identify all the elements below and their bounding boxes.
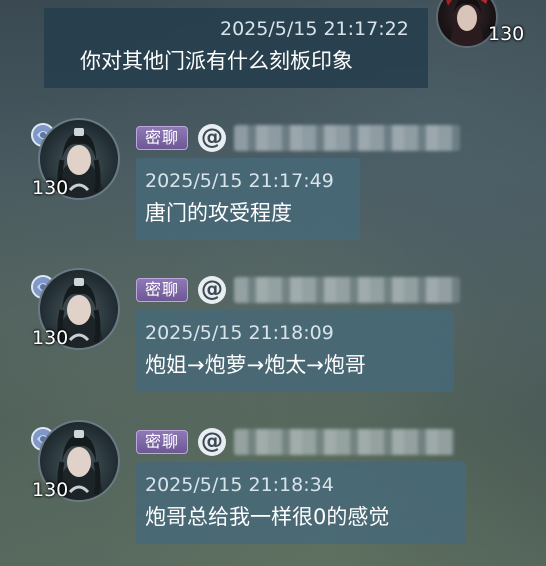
message-text: 你对其他门派有什么刻板印象 [80,49,353,73]
sender-level-badge: 130 [32,479,69,501]
own-message-bubble[interactable]: 2025/5/15 21:17:22 你对其他门派有什么刻板印象 [44,8,428,88]
message-timestamp: 2025/5/15 21:17:49 [145,170,334,192]
message-bubble[interactable]: 2025/5/15 21:17:49 唐门的攻受程度 [136,158,360,240]
blurred-sender-name [234,125,460,151]
sender-level-badge: 130 [32,177,69,199]
mention-icon[interactable]: @ [198,124,226,152]
message-text: 炮姐→炮萝→炮太→炮哥 [145,353,366,377]
message-bubble[interactable]: 2025/5/15 21:18:09 炮姐→炮萝→炮太→炮哥 [136,310,454,392]
own-level-badge: 130 [488,23,525,45]
message-text: 炮哥总给我一样很0的感觉 [145,505,390,529]
sender-level-badge: 130 [32,327,69,349]
mention-icon[interactable]: @ [198,428,226,456]
message-timestamp: 2025/5/15 21:18:09 [145,322,334,344]
private-chat-tag: 密聊 [136,430,188,454]
private-chat-tag: 密聊 [136,126,188,150]
message-timestamp: 2025/5/15 21:17:22 [220,18,409,40]
mention-icon[interactable]: @ [198,276,226,304]
blurred-sender-name [234,429,454,455]
blurred-sender-name [234,277,460,303]
message-text: 唐门的攻受程度 [145,201,292,225]
private-chat-tag: 密聊 [136,278,188,302]
message-bubble[interactable]: 2025/5/15 21:18:34 炮哥总给我一样很0的感觉 [136,462,466,544]
message-timestamp: 2025/5/15 21:18:34 [145,474,334,496]
